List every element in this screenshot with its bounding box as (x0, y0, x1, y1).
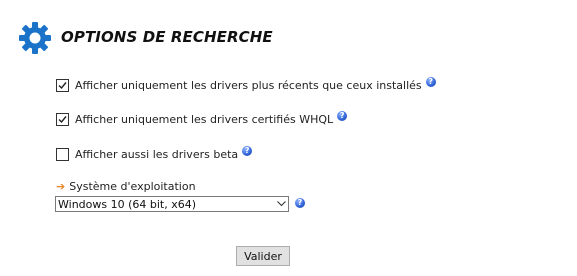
page-title: OPTIONS DE RECHERCHE (61, 28, 273, 46)
option-whql-drivers[interactable]: Afficher uniquement les drivers certifié… (56, 110, 348, 127)
option-newer-drivers[interactable]: Afficher uniquement les drivers plus réc… (56, 76, 436, 93)
beta-drivers-checkbox[interactable] (56, 147, 69, 161)
chevron-down-icon[interactable] (274, 197, 288, 211)
newer-drivers-label: Afficher uniquement les drivers plus réc… (75, 78, 422, 92)
os-select-value: Windows 10 (64 bit, x64) (58, 197, 197, 211)
os-label: Système d'exploitation (69, 180, 196, 193)
newer-drivers-checkbox[interactable] (56, 78, 69, 92)
question-icon[interactable]: ? (337, 110, 348, 121)
os-field-label: ➔ Système d'exploitation (56, 180, 196, 193)
submit-button[interactable]: Valider (236, 246, 290, 266)
whql-drivers-checkbox[interactable] (56, 112, 69, 126)
whql-drivers-label: Afficher uniquement les drivers certifié… (75, 112, 334, 126)
question-icon[interactable]: ? (425, 76, 436, 87)
question-icon[interactable]: ? (242, 145, 253, 156)
gear-icon (17, 20, 53, 56)
arrow-right-icon: ➔ (56, 180, 66, 193)
question-icon[interactable]: ? (295, 198, 305, 208)
os-select[interactable]: Windows 10 (64 bit, x64) (55, 196, 289, 212)
beta-drivers-label: Afficher aussi les drivers beta (75, 147, 239, 161)
option-beta-drivers[interactable]: Afficher aussi les drivers beta ? (56, 145, 253, 162)
